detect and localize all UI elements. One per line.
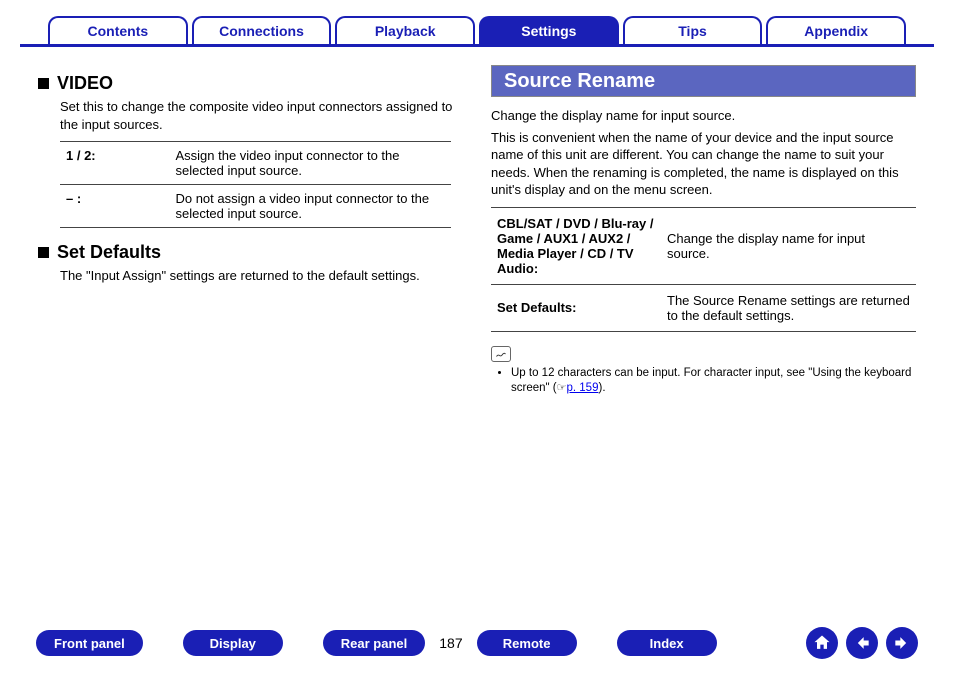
tab-tips[interactable]: Tips xyxy=(623,16,763,44)
pointing-hand-icon: ☞ xyxy=(557,382,567,394)
rename-opt-val: Change the display name for input source… xyxy=(661,207,916,284)
index-button[interactable]: Index xyxy=(617,630,717,656)
set-defaults-heading-row: Set Defaults xyxy=(38,242,463,263)
rear-panel-button[interactable]: Rear panel xyxy=(323,630,425,656)
note-item: Up to 12 characters can be input. For ch… xyxy=(511,366,916,397)
tab-playback[interactable]: Playback xyxy=(335,16,475,44)
rename-opt-key: Set Defaults: xyxy=(491,284,661,331)
display-button[interactable]: Display xyxy=(183,630,283,656)
video-heading-row: VIDEO xyxy=(38,73,463,94)
set-defaults-heading: Set Defaults xyxy=(57,242,161,263)
tab-connections[interactable]: Connections xyxy=(192,16,332,44)
page-number: 187 xyxy=(425,635,476,651)
video-options-table: 1 / 2: Assign the video input connector … xyxy=(60,141,451,228)
top-tabs: Contents Connections Playback Settings T… xyxy=(20,16,934,44)
page-ref-link[interactable]: p. 159 xyxy=(567,381,599,397)
bottom-nav: Front panel Display Rear panel 187 Remot… xyxy=(0,627,954,659)
table-row: 1 / 2: Assign the video input connector … xyxy=(60,142,451,185)
video-opt-key: 1 / 2: xyxy=(60,142,169,185)
source-rename-table: CBL/SAT / DVD / Blu-ray / Game / AUX1 / … xyxy=(491,207,916,332)
source-rename-para1: Change the display name for input source… xyxy=(491,107,916,125)
front-panel-button[interactable]: Front panel xyxy=(36,630,143,656)
note-list: Up to 12 characters can be input. For ch… xyxy=(491,366,916,397)
note-icon xyxy=(491,346,511,362)
table-row: Set Defaults: The Source Rename settings… xyxy=(491,284,916,331)
video-opt-val: Do not assign a video input connector to… xyxy=(169,185,451,228)
content-area: VIDEO Set this to change the composite v… xyxy=(20,65,934,397)
home-button[interactable] xyxy=(806,627,838,659)
tab-appendix[interactable]: Appendix xyxy=(766,16,906,44)
tab-settings[interactable]: Settings xyxy=(479,16,619,44)
set-defaults-text: The "Input Assign" settings are returned… xyxy=(60,267,463,285)
tab-underline xyxy=(20,44,934,47)
square-bullet-icon xyxy=(38,247,49,258)
note-text-after: ). xyxy=(598,382,605,394)
next-page-button[interactable] xyxy=(886,627,918,659)
left-column: VIDEO Set this to change the composite v… xyxy=(38,65,463,397)
right-column: Source Rename Change the display name fo… xyxy=(491,65,916,397)
source-rename-title: Source Rename xyxy=(491,65,916,97)
video-heading: VIDEO xyxy=(57,73,113,94)
table-row: – : Do not assign a video input connecto… xyxy=(60,185,451,228)
video-opt-val: Assign the video input connector to the … xyxy=(169,142,451,185)
tab-contents[interactable]: Contents xyxy=(48,16,188,44)
arrow-right-icon xyxy=(892,633,912,653)
rename-opt-val: The Source Rename settings are returned … xyxy=(661,284,916,331)
video-opt-key: – : xyxy=(60,185,169,228)
source-rename-para2: This is convenient when the name of your… xyxy=(491,129,916,199)
prev-page-button[interactable] xyxy=(846,627,878,659)
square-bullet-icon xyxy=(38,78,49,89)
remote-button[interactable]: Remote xyxy=(477,630,577,656)
rename-opt-key: CBL/SAT / DVD / Blu-ray / Game / AUX1 / … xyxy=(491,207,661,284)
arrow-left-icon xyxy=(852,633,872,653)
table-row: CBL/SAT / DVD / Blu-ray / Game / AUX1 / … xyxy=(491,207,916,284)
home-icon xyxy=(812,633,832,653)
video-intro: Set this to change the composite video i… xyxy=(60,98,463,133)
